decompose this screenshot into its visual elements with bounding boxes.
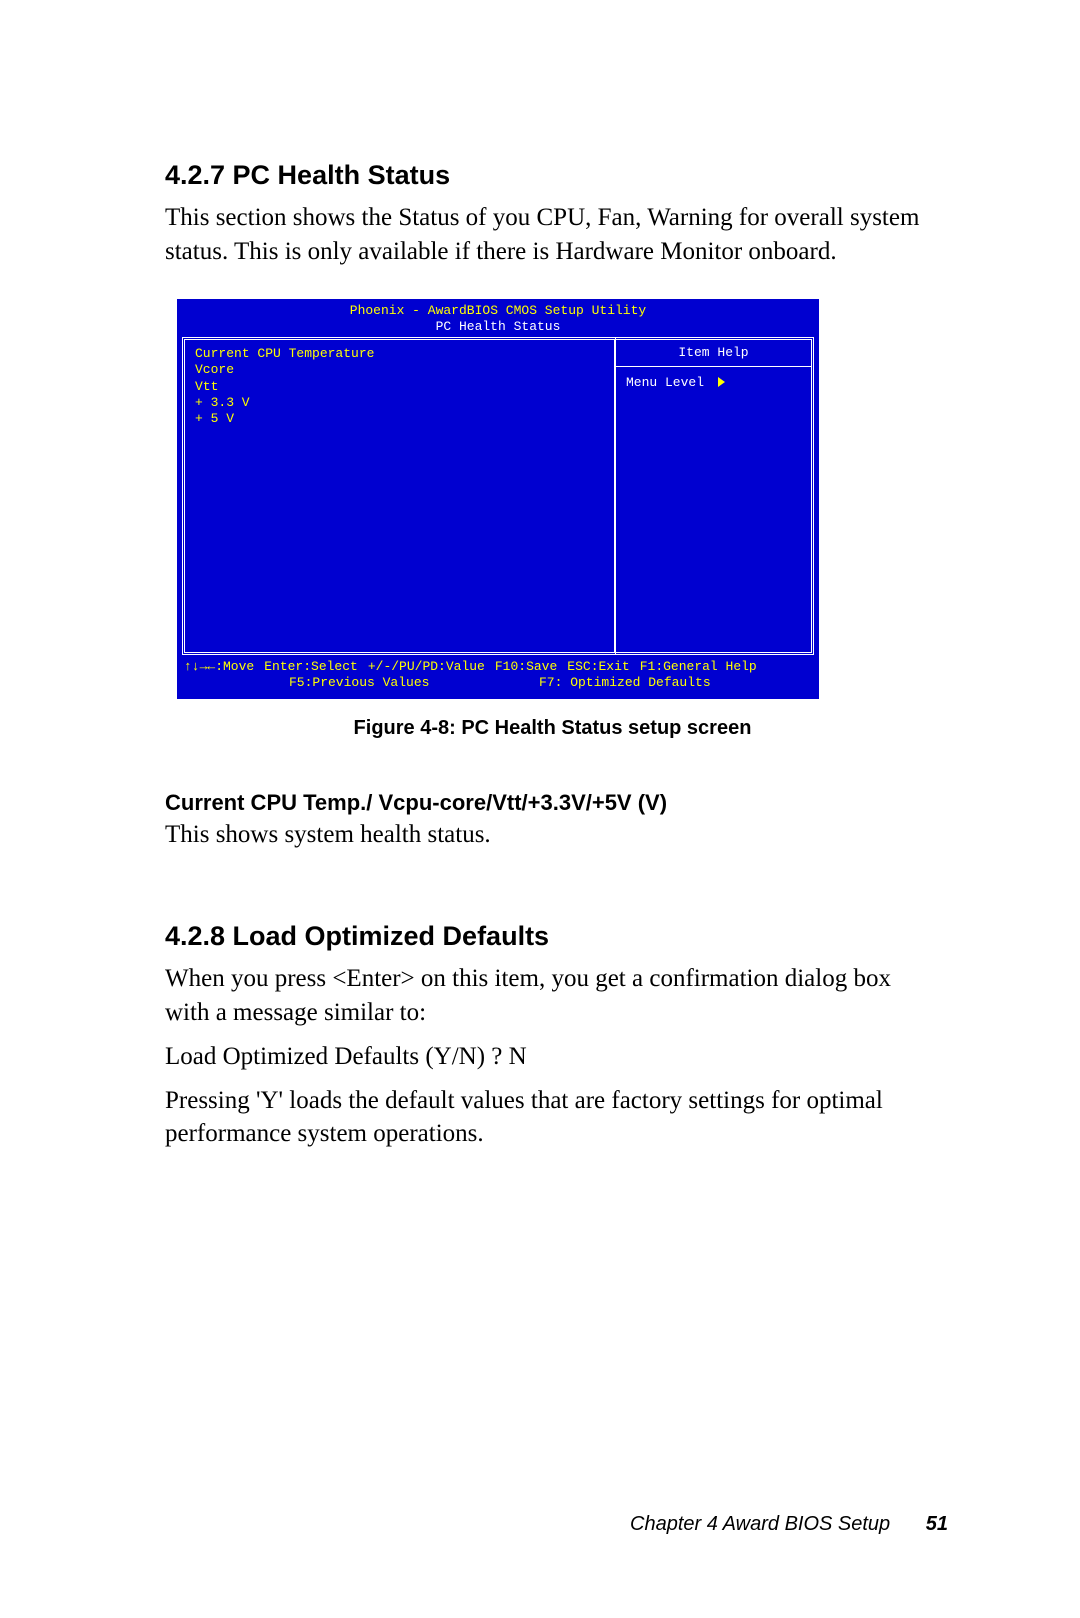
- bios-key-move: ↑↓→←:Move: [184, 659, 254, 675]
- bios-right-panel: Item Help Menu Level: [616, 337, 814, 655]
- bios-key-pupd: +/-/PU/PD:Value: [368, 659, 485, 675]
- bios-title-line1: Phoenix - AwardBIOS CMOS Setup Utility: [350, 303, 646, 318]
- triangle-right-icon: [718, 377, 725, 387]
- bios-item: + 3.3 V: [195, 395, 604, 411]
- bios-screenshot: Phoenix - AwardBIOS CMOS Setup Utility P…: [177, 299, 819, 699]
- figure-caption: Figure 4-8: PC Health Status setup scree…: [165, 717, 940, 740]
- bios-item: + 5 V: [195, 411, 604, 427]
- bios-title: Phoenix - AwardBIOS CMOS Setup Utility P…: [178, 300, 818, 338]
- bios-left-panel: Current CPU Temperature Vcore Vtt + 3.3 …: [182, 337, 616, 655]
- bios-title-line2: PC Health Status: [436, 319, 561, 334]
- section-428: 4.2.8 Load Optimized Defaults When you p…: [165, 921, 940, 1151]
- section-heading-428: 4.2.8 Load Optimized Defaults: [165, 921, 940, 952]
- bios-key-f1: F1:General Help: [640, 659, 757, 675]
- subsection-heading: Current CPU Temp./ Vcpu-core/Vtt/+3.3V/+…: [165, 790, 940, 816]
- bios-right-body: Menu Level: [616, 367, 811, 399]
- bios-key-f5: F5:Previous Values: [289, 675, 539, 691]
- footer-chapter: Chapter 4 Award BIOS Setup: [630, 1513, 890, 1535]
- section-heading-427: 4.2.7 PC Health Status: [165, 160, 940, 191]
- section-428-p1: When you press <Enter> on this item, you…: [165, 962, 940, 1030]
- footer-page-number: 51: [926, 1513, 948, 1535]
- bios-footer-row2: F5:Previous Values F7: Optimized Default…: [184, 675, 812, 691]
- bios-key-f7: F7: Optimized Defaults: [539, 675, 711, 691]
- bios-panels: Current CPU Temperature Vcore Vtt + 3.3 …: [182, 337, 814, 655]
- bios-key-f10: F10:Save: [495, 659, 557, 675]
- section-428-p3: Pressing 'Y' loads the default values th…: [165, 1084, 940, 1152]
- bios-key-enter: Enter:Select: [264, 659, 358, 675]
- bios-item: Current CPU Temperature: [195, 346, 604, 362]
- bios-item: Vcore: [195, 362, 604, 378]
- section-para-427: This section shows the Status of you CPU…: [165, 201, 940, 269]
- bios-help-header: Item Help: [616, 340, 811, 367]
- page-footer: Chapter 4 Award BIOS Setup 51: [630, 1513, 948, 1536]
- section-428-p2: Load Optimized Defaults (Y/N) ? N: [165, 1040, 940, 1074]
- bios-menu-level-label: Menu Level: [626, 375, 704, 390]
- page-content: 4.2.7 PC Health Status This section show…: [0, 0, 1080, 1151]
- bios-footer: ↑↓→←:Move Enter:Select +/-/PU/PD:Value F…: [178, 655, 818, 698]
- subsection-text: This shows system health status.: [165, 818, 940, 852]
- bios-key-esc: ESC:Exit: [567, 659, 629, 675]
- bios-footer-row1: ↑↓→←:Move Enter:Select +/-/PU/PD:Value F…: [184, 659, 812, 675]
- bios-item: Vtt: [195, 379, 604, 395]
